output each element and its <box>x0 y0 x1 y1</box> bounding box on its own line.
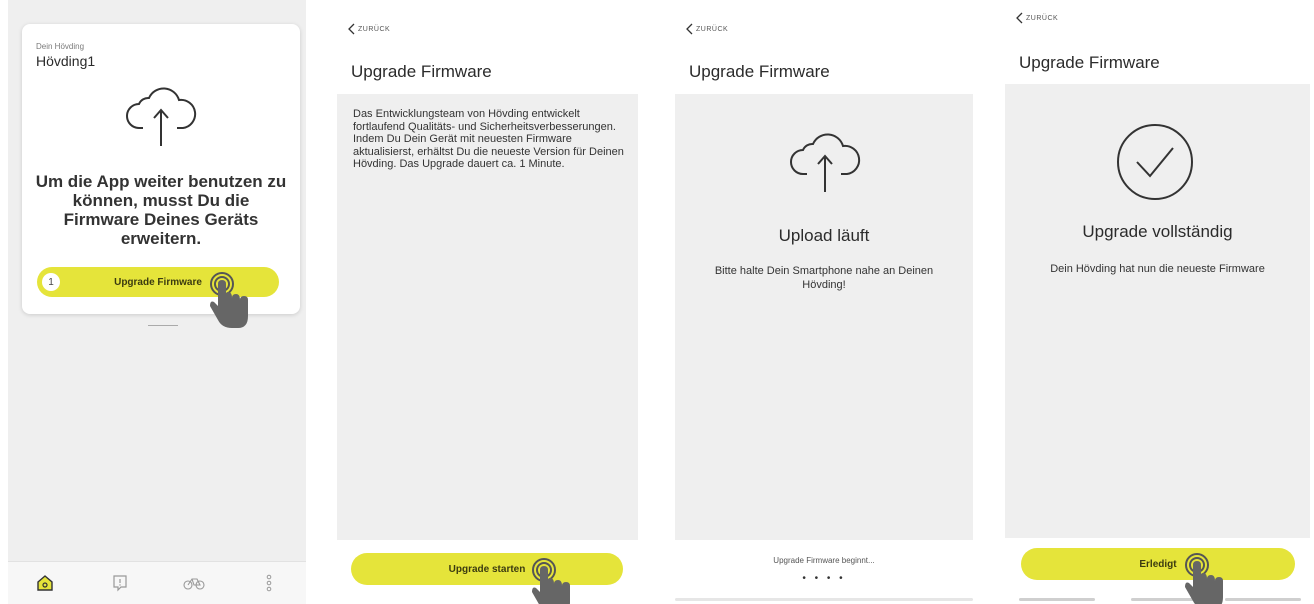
back-button[interactable]: ZURÜCK <box>1015 12 1058 24</box>
back-button[interactable]: ZURÜCK <box>685 23 728 35</box>
tab-home[interactable] <box>34 572 56 594</box>
screen-upgrade-info: ZURÜCK Upgrade Firmware Das Entwicklungs… <box>337 0 638 604</box>
upgrade-firmware-label: Upgrade Firmware <box>114 276 202 288</box>
back-label: ZURÜCK <box>696 25 729 33</box>
upload-status: Upload läuft <box>778 226 870 245</box>
done-button[interactable]: Erledigt <box>1021 548 1295 580</box>
screen-home: Dein Hövding Hövding1 Um die App weiter … <box>8 0 306 604</box>
complete-message: Dein Hövding hat nun die neueste Firmwar… <box>1050 263 1265 275</box>
nav-divider <box>675 598 973 601</box>
proximity-instruction: Bitte halte Dein Smartphone nahe an Dein… <box>714 265 934 291</box>
home-icon <box>37 575 53 591</box>
tab-bike[interactable] <box>183 572 205 594</box>
chevron-left-icon <box>1016 12 1023 24</box>
more-icon <box>266 574 272 592</box>
start-upgrade-label: Upgrade starten <box>448 563 526 575</box>
page-title: Upgrade Firmware <box>1019 53 1160 72</box>
nav-indicator <box>1225 598 1301 601</box>
cloud-upload-icon <box>790 133 861 192</box>
page-title: Upgrade Firmware <box>689 62 830 81</box>
tab-more[interactable] <box>258 572 280 594</box>
back-label: ZURÜCK <box>1026 14 1059 22</box>
tap-hand-icon <box>532 558 570 604</box>
back-label: ZURÜCK <box>358 25 391 33</box>
drag-handle[interactable] <box>148 325 178 326</box>
start-upgrade-button[interactable]: Upgrade starten <box>351 553 623 585</box>
complete-status: Upgrade vollständig <box>1082 222 1233 241</box>
progress-dots: • • • • <box>802 573 846 584</box>
bike-icon <box>183 578 205 590</box>
tap-hand-icon <box>210 272 248 328</box>
progress-text: Upgrade Firmware beginnt... <box>773 556 875 565</box>
screen-upgrade-complete: ZURÜCK Upgrade Firmware Upgrade vollstän… <box>1005 0 1310 604</box>
chevron-left-icon <box>686 23 693 35</box>
chevron-left-icon <box>348 23 355 35</box>
done-label: Erledigt <box>1139 558 1177 570</box>
firmware-card: Dein Hövding Hövding1 Um die App weiter … <box>22 24 300 328</box>
bottom-tab-bar <box>8 561 306 604</box>
nav-indicator <box>1019 598 1095 601</box>
tap-hand-icon <box>1185 553 1223 604</box>
step-number-badge: 1 <box>42 273 60 291</box>
screen-uploading: ZURÜCK Upgrade Firmware Upload läuft Bit… <box>675 0 973 604</box>
upgrade-required-message: Um die App weiter benutzen zu können, mu… <box>35 172 287 248</box>
tab-alerts[interactable] <box>109 572 131 594</box>
alert-icon <box>113 575 127 592</box>
checkmark-circle-icon <box>1117 124 1193 200</box>
cloud-upload-icon <box>126 87 197 146</box>
device-label: Dein Hövding <box>36 42 85 51</box>
upgrade-description: Das Entwicklungsteam von Hövding entwick… <box>353 108 624 170</box>
page-title: Upgrade Firmware <box>351 62 492 81</box>
back-button[interactable]: ZURÜCK <box>347 23 390 35</box>
device-name: Hövding1 <box>36 53 96 69</box>
